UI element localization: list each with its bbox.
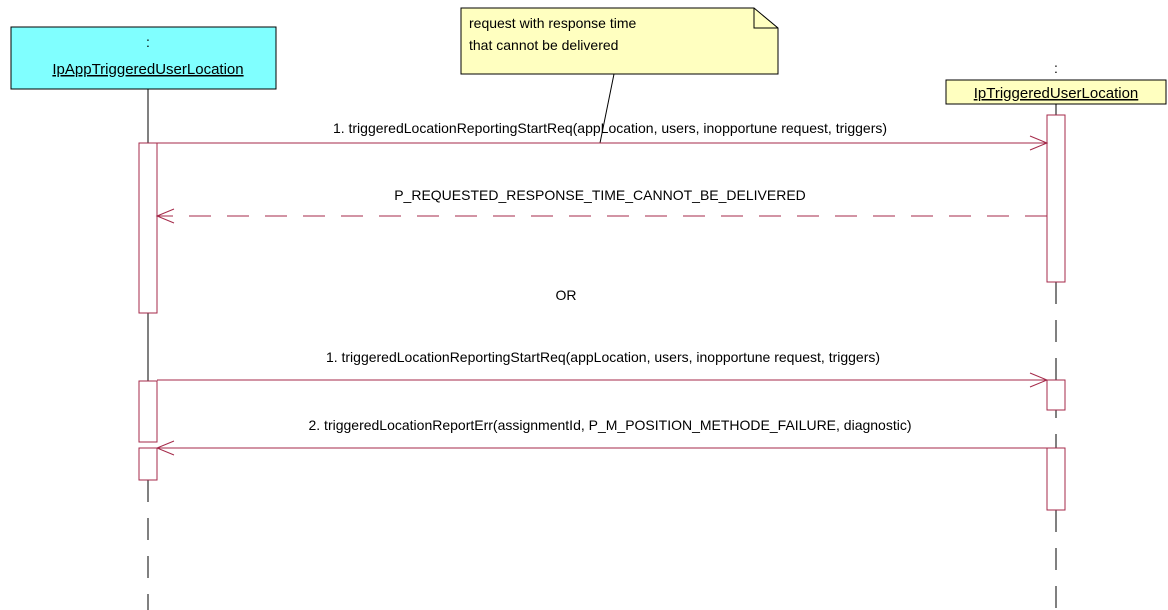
- message-return: P_REQUESTED_RESPONSE_TIME_CANNOT_BE_DELI…: [155, 187, 1047, 224]
- note-line-1: request with response time: [469, 15, 637, 31]
- participant-app-box: [10, 26, 277, 90]
- note-line-2: that cannot be delivered: [469, 37, 618, 53]
- message-3-label: 1. triggeredLocationReportingStartReq(ap…: [326, 349, 880, 365]
- or-label: OR: [556, 287, 577, 303]
- participant-tul-colon: :: [1054, 60, 1058, 76]
- tul-activation-2: [1046, 379, 1066, 411]
- participant-tul: : IpTriggeredUserLocation: [945, 60, 1167, 105]
- message-1: 1. triggeredLocationReportingStartReq(ap…: [157, 120, 1049, 151]
- tul-activation-1: [1046, 114, 1066, 283]
- message-4-label: 2. triggeredLocationReportErr(assignment…: [308, 417, 911, 433]
- message-3: 1. triggeredLocationReportingStartReq(ap…: [157, 349, 1049, 388]
- participant-tul-name: IpTriggeredUserLocation: [974, 85, 1139, 102]
- app-activation-2: [138, 380, 158, 443]
- participant-app-colon: :: [146, 34, 150, 50]
- sequence-diagram: : IpAppTriggeredUserLocation : IpTrigger…: [10, 7, 1167, 610]
- tul-activation-3: [1046, 447, 1066, 511]
- message-return-label: P_REQUESTED_RESPONSE_TIME_CANNOT_BE_DELI…: [394, 187, 806, 203]
- app-activation-3: [138, 447, 158, 481]
- message-4: 2. triggeredLocationReportErr(assignment…: [155, 417, 1047, 456]
- app-activation-1: [138, 142, 158, 314]
- message-1-label: 1. triggeredLocationReportingStartReq(ap…: [333, 120, 887, 136]
- participant-app-name: IpAppTriggeredUserLocation: [52, 61, 243, 78]
- participant-app: : IpAppTriggeredUserLocation: [10, 26, 277, 90]
